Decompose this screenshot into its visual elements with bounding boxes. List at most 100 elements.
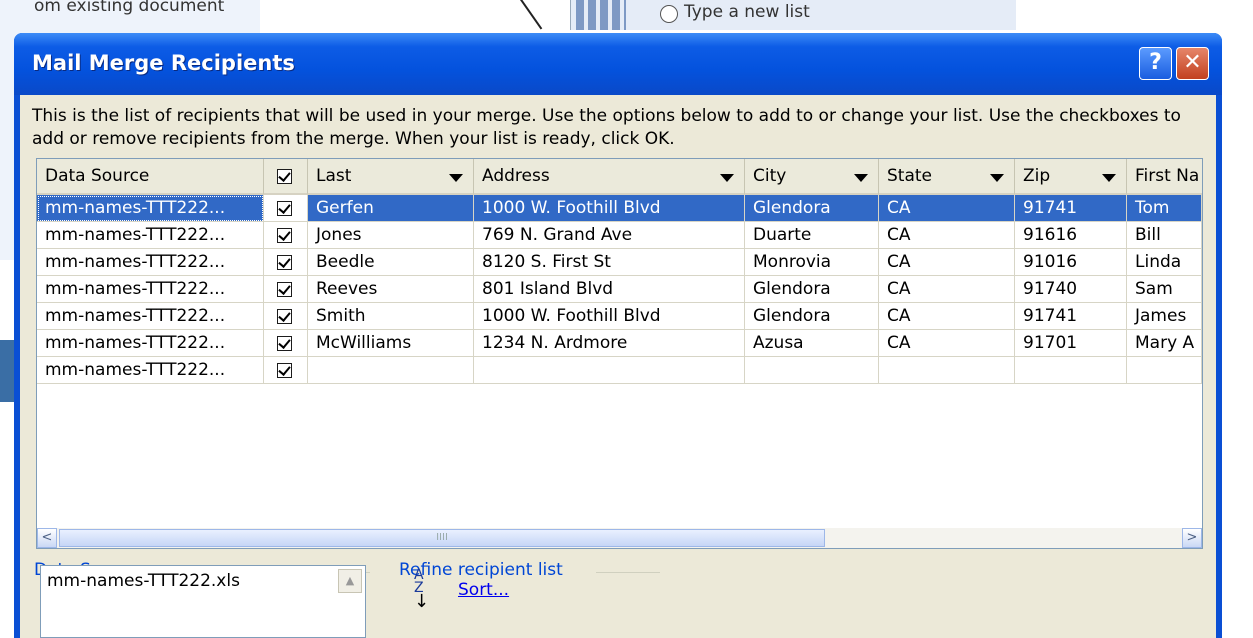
cell-source[interactable]: mm-names-TTT222... xyxy=(37,195,264,222)
recipients-grid[interactable]: Data Source Last Address City State Zip … xyxy=(36,158,1203,549)
dropdown-arrow-icon[interactable] xyxy=(449,174,463,182)
column-header-label: Zip xyxy=(1023,166,1051,186)
sort-icon[interactable]: A Z↓ xyxy=(414,568,438,612)
cell-checked xyxy=(264,195,308,222)
cell-last[interactable]: Reeves xyxy=(308,276,474,303)
background-right-edge xyxy=(1222,30,1253,638)
column-header-last[interactable]: Last xyxy=(308,159,474,195)
cell-first[interactable]: Mary A xyxy=(1127,330,1202,357)
scroll-right-button[interactable]: > xyxy=(1182,528,1202,548)
cell-source[interactable]: mm-names-TTT222... xyxy=(37,357,264,384)
table-row[interactable]: mm-names-TTT222... Smith 1000 W. Foothill … xyxy=(37,303,1202,330)
cell-first[interactable]: Bill xyxy=(1127,222,1202,249)
cell-address[interactable]: 1000 W. Foothill Blvd xyxy=(474,195,745,222)
column-header-data-source[interactable]: Data Source xyxy=(37,159,264,195)
include-checkbox[interactable] xyxy=(277,308,292,324)
include-checkbox[interactable] xyxy=(277,200,292,216)
cell-zip[interactable]: 91616 xyxy=(1015,222,1127,249)
include-checkbox[interactable] xyxy=(277,227,292,243)
cell-source[interactable]: mm-names-TTT222... xyxy=(37,276,264,303)
cell-zip[interactable]: 91016 xyxy=(1015,249,1127,276)
dropdown-arrow-icon[interactable] xyxy=(854,174,868,182)
cell-state[interactable]: CA xyxy=(879,195,1015,222)
background-left-strip xyxy=(0,260,14,638)
table-row[interactable]: mm-names-TTT222... Jones 769 N. Grand Ave D… xyxy=(37,222,1202,249)
cell-first[interactable]: Tom xyxy=(1127,195,1202,222)
cell-city[interactable]: Glendora xyxy=(745,276,879,303)
cell-first[interactable] xyxy=(1127,357,1202,384)
dropdown-arrow-icon[interactable] xyxy=(1102,174,1116,182)
cell-last[interactable]: McWilliams xyxy=(308,330,474,357)
dialog-client-area: This is the list of recipients that will… xyxy=(20,95,1216,638)
scroll-left-button[interactable]: < xyxy=(37,528,57,548)
cell-last[interactable]: Smith xyxy=(308,303,474,330)
column-header-checkbox[interactable] xyxy=(264,159,308,195)
cell-zip[interactable]: 91741 xyxy=(1015,195,1127,222)
cell-zip[interactable] xyxy=(1015,357,1127,384)
data-source-item[interactable]: mm-names-TTT222.xls xyxy=(47,571,240,591)
cell-state[interactable]: CA xyxy=(879,303,1015,330)
cell-state[interactable] xyxy=(879,357,1015,384)
cell-city[interactable]: Duarte xyxy=(745,222,879,249)
cell-address[interactable]: 769 N. Grand Ave xyxy=(474,222,745,249)
cell-zip[interactable]: 91701 xyxy=(1015,330,1127,357)
table-row[interactable]: mm-names-TTT222... Reeves 801 Island Blvd G… xyxy=(37,276,1202,303)
cell-checked xyxy=(264,357,308,384)
include-checkbox[interactable] xyxy=(277,254,292,270)
cell-zip[interactable]: 91740 xyxy=(1015,276,1127,303)
sort-icon-arrow: ↓ xyxy=(414,591,430,612)
cell-checked xyxy=(264,222,308,249)
include-checkbox[interactable] xyxy=(277,281,292,297)
table-row[interactable]: mm-names-TTT222... xyxy=(37,357,1202,384)
cell-address[interactable]: 1000 W. Foothill Blvd xyxy=(474,303,745,330)
cell-state[interactable]: CA xyxy=(879,222,1015,249)
include-checkbox[interactable] xyxy=(277,335,292,351)
select-all-checkbox[interactable] xyxy=(277,168,292,184)
cell-city[interactable]: Glendora xyxy=(745,303,879,330)
horizontal-scrollbar[interactable]: < IIII > xyxy=(37,528,1202,548)
cell-first[interactable]: Linda xyxy=(1127,249,1202,276)
dialog-titlebar[interactable]: Mail Merge Recipients ? ✕ xyxy=(14,33,1222,95)
scroll-thumb[interactable]: IIII xyxy=(59,529,825,547)
cell-last[interactable]: Jones xyxy=(308,222,474,249)
table-row[interactable]: mm-names-TTT222... McWilliams 1234 N. Ardm… xyxy=(37,330,1202,357)
cell-last[interactable]: Beedle xyxy=(308,249,474,276)
cell-address[interactable] xyxy=(474,357,745,384)
cell-zip[interactable]: 91741 xyxy=(1015,303,1127,330)
column-header-first-name[interactable]: First Na xyxy=(1127,159,1202,195)
sort-link[interactable]: Sort... xyxy=(458,580,509,600)
cell-city[interactable] xyxy=(745,357,879,384)
table-row[interactable]: mm-names-TTT222... Beedle 8120 S. First St… xyxy=(37,249,1202,276)
cell-city[interactable]: Monrovia xyxy=(745,249,879,276)
cell-city[interactable]: Azusa xyxy=(745,330,879,357)
cell-state[interactable]: CA xyxy=(879,249,1015,276)
column-header-address[interactable]: Address xyxy=(474,159,745,195)
cell-address[interactable]: 1234 N. Ardmore xyxy=(474,330,745,357)
cell-state[interactable]: CA xyxy=(879,276,1015,303)
cell-city[interactable]: Glendora xyxy=(745,195,879,222)
column-header-city[interactable]: City xyxy=(745,159,879,195)
dropdown-arrow-icon[interactable] xyxy=(990,174,1004,182)
cell-source[interactable]: mm-names-TTT222... xyxy=(37,222,264,249)
column-header-label: State xyxy=(887,166,932,186)
column-header-state[interactable]: State xyxy=(879,159,1015,195)
scroll-up-button[interactable]: ▲ xyxy=(338,569,362,593)
cell-address[interactable]: 8120 S. First St xyxy=(474,249,745,276)
cell-checked xyxy=(264,303,308,330)
include-checkbox[interactable] xyxy=(277,362,292,378)
cell-state[interactable]: CA xyxy=(879,330,1015,357)
cell-first[interactable]: James xyxy=(1127,303,1202,330)
cell-address[interactable]: 801 Island Blvd xyxy=(474,276,745,303)
table-row[interactable]: mm-names-TTT222... Gerfen 1000 W. Foothill… xyxy=(37,195,1202,222)
close-button[interactable]: ✕ xyxy=(1176,47,1209,80)
cell-last[interactable]: Gerfen xyxy=(308,195,474,222)
help-button[interactable]: ? xyxy=(1139,47,1172,80)
cell-source[interactable]: mm-names-TTT222... xyxy=(37,303,264,330)
data-source-listbox[interactable]: mm-names-TTT222.xls ▲ xyxy=(40,565,366,638)
cell-source[interactable]: mm-names-TTT222... xyxy=(37,330,264,357)
cell-first[interactable]: Sam xyxy=(1127,276,1202,303)
column-header-zip[interactable]: Zip xyxy=(1015,159,1127,195)
dropdown-arrow-icon[interactable] xyxy=(720,174,734,182)
cell-source[interactable]: mm-names-TTT222... xyxy=(37,249,264,276)
cell-last[interactable] xyxy=(308,357,474,384)
